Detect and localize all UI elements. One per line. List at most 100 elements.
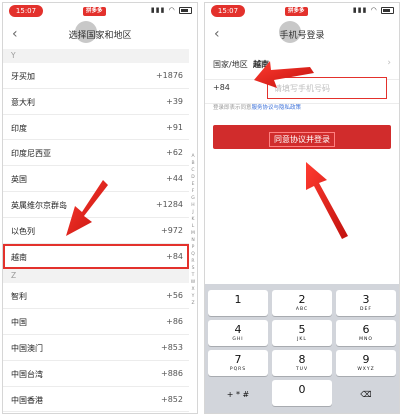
key-digit: 1 bbox=[234, 293, 242, 306]
index-letter[interactable]: Q bbox=[189, 251, 197, 258]
keypad-key[interactable]: 3 DEF bbox=[336, 290, 396, 316]
country-row[interactable]: 牙买加 +1876 bbox=[3, 63, 189, 89]
country-row[interactable]: 中国澳门 +853 bbox=[3, 335, 189, 361]
index-letter[interactable]: D bbox=[189, 174, 197, 181]
country-name: 中国 bbox=[11, 318, 27, 328]
keypad-key[interactable]: 1 bbox=[208, 290, 268, 316]
key-digit: 3 bbox=[362, 293, 370, 306]
keypad-key[interactable]: + * # bbox=[208, 380, 268, 406]
country-picker-screen: 15:07 拼多多 ▮▮▮ ◠ ‹ 选择国家和地区 Y 牙买加 +1876 意大利 +3… bbox=[2, 2, 198, 414]
index-letter[interactable]: A bbox=[189, 153, 197, 160]
index-letter[interactable]: P bbox=[189, 244, 197, 251]
country-row[interactable]: 中国香港 +852 bbox=[3, 387, 189, 413]
keypad-key[interactable]: 5 JKL bbox=[272, 320, 332, 346]
country-code: +39 bbox=[166, 96, 183, 106]
index-letter[interactable]: C bbox=[189, 167, 197, 174]
index-letter[interactable]: L bbox=[189, 223, 197, 230]
index-letter[interactable]: W bbox=[189, 279, 197, 286]
key-letters: WXYZ bbox=[357, 367, 375, 372]
index-letter[interactable]: R bbox=[189, 258, 197, 265]
page-title: 选择国家和地区 bbox=[68, 31, 132, 41]
backspace-key[interactable]: ⌫ bbox=[336, 380, 396, 406]
key-letters: GHI bbox=[232, 337, 244, 342]
index-letter[interactable]: E bbox=[189, 181, 197, 188]
index-letter[interactable]: M bbox=[189, 230, 197, 237]
agreement-text: 登录即表示同意服务协议与隐私政策 bbox=[213, 103, 301, 111]
key-letters: TUV bbox=[295, 367, 309, 372]
key-digit: 5 bbox=[298, 323, 306, 336]
keypad-key[interactable]: 8 TUV bbox=[272, 350, 332, 376]
index-letter[interactable]: G bbox=[189, 195, 197, 202]
battery-icon bbox=[179, 6, 192, 14]
status-time: 15:07 bbox=[211, 5, 245, 17]
country-label: 国家/地区 bbox=[213, 60, 248, 69]
index-letter[interactable]: B bbox=[189, 160, 197, 167]
country-name: 中国香港 bbox=[11, 395, 43, 405]
keypad-key[interactable]: 9 WXYZ bbox=[336, 350, 396, 376]
agree-and-login-button[interactable]: 同意协议并登录 bbox=[213, 125, 391, 149]
status-bar: 15:07 拼多多 ▮▮▮ ◠ bbox=[3, 3, 197, 19]
backspace-icon: ⌫ bbox=[360, 390, 372, 399]
keypad-key[interactable]: 6 MNO bbox=[336, 320, 396, 346]
country-row[interactable]: 以色列 +972 bbox=[3, 218, 189, 244]
status-icons: ▮▮▮ ◠ bbox=[353, 6, 394, 14]
alphabet-index[interactable]: ABCDEFGHJKLMNPQRSTWXYZ bbox=[189, 153, 197, 307]
index-letter[interactable]: S bbox=[189, 265, 197, 272]
numeric-keypad: 1 2 ABC 3 DEF 4 GHI 5 JKL 6 MNO 7 PQRS 8 TUV 9 WXYZ + * #… bbox=[205, 284, 399, 413]
keypad-key[interactable]: 7 PQRS bbox=[208, 350, 268, 376]
index-letter[interactable]: K bbox=[189, 216, 197, 223]
country-value: 越南 bbox=[253, 60, 269, 69]
country-name: 牙买加 bbox=[11, 72, 35, 81]
index-letter[interactable]: J bbox=[189, 209, 197, 216]
index-letter[interactable]: Z bbox=[189, 300, 197, 307]
wifi-icon: ◠ bbox=[370, 6, 378, 14]
country-row[interactable]: 中国台湾 +886 bbox=[3, 361, 189, 387]
country-name: 英国 bbox=[11, 175, 27, 185]
index-letter[interactable]: F bbox=[189, 188, 197, 195]
battery-icon bbox=[381, 6, 394, 14]
status-bar: 15:07 拼多多 ▮▮▮ ◠ bbox=[205, 3, 399, 19]
index-letter[interactable]: N bbox=[189, 237, 197, 244]
country-code: +84 bbox=[166, 251, 183, 261]
country-row[interactable]: 英国 +44 bbox=[3, 166, 189, 192]
keypad-key[interactable]: 2 ABC bbox=[272, 290, 332, 316]
keypad-key[interactable]: 4 GHI bbox=[208, 320, 268, 346]
nav-bar: ‹ 手机号登录 bbox=[205, 21, 399, 49]
status-icons: ▮▮▮ ◠ bbox=[151, 6, 192, 14]
agreement-prefix: 登录即表示同意 bbox=[213, 105, 252, 111]
signal-icon: ▮▮▮ bbox=[150, 6, 166, 14]
index-letter[interactable]: Y bbox=[189, 293, 197, 300]
country-code: +886 bbox=[161, 368, 183, 378]
country-name: 意大利 bbox=[11, 97, 35, 107]
country-row[interactable]: 英属维尔京群岛 +1284 bbox=[3, 192, 189, 218]
index-letter[interactable]: X bbox=[189, 286, 197, 293]
phone-login-screen: 15:07 拼多多 ▮▮▮ ◠ ‹ 手机号登录 国家/地区 越南 › +84 登… bbox=[204, 2, 400, 414]
agreement-link[interactable]: 服务协议与隐私政策 bbox=[252, 105, 302, 111]
app-badge: 拼多多 bbox=[285, 7, 308, 16]
country-code: +1284 bbox=[155, 199, 183, 209]
key-digit: + * # bbox=[226, 390, 250, 399]
country-row[interactable]: 越南 +84 bbox=[3, 243, 189, 270]
nav-bar: ‹ 选择国家和地区 bbox=[3, 21, 197, 49]
key-digit: 6 bbox=[362, 323, 370, 336]
country-name: 越南 bbox=[11, 252, 27, 262]
country-name: 印度尼西亚 bbox=[11, 149, 51, 159]
key-letters: MNO bbox=[359, 337, 373, 342]
phone-number-input[interactable] bbox=[267, 77, 387, 99]
login-button-label: 同意协议并登录 bbox=[269, 132, 335, 147]
country-code: +853 bbox=[161, 342, 183, 352]
index-letter[interactable]: T bbox=[189, 272, 197, 279]
dial-code: +84 bbox=[213, 83, 230, 92]
country-row[interactable]: 中国 +86 bbox=[3, 309, 189, 335]
key-letters: ABC bbox=[295, 307, 309, 312]
index-letter[interactable]: H bbox=[189, 202, 197, 209]
key-digit: 7 bbox=[234, 353, 242, 366]
key-digit: 2 bbox=[298, 293, 306, 306]
key-digit: 8 bbox=[298, 353, 306, 366]
country-row[interactable]: 印度 +91 bbox=[3, 115, 189, 141]
country-row[interactable]: 印度尼西亚 +62 bbox=[3, 140, 189, 167]
keypad-key[interactable]: 0 bbox=[272, 380, 332, 406]
country-row[interactable]: 智利 +56 bbox=[3, 283, 189, 310]
country-code: +62 bbox=[166, 148, 183, 158]
country-row[interactable]: 意大利 +39 bbox=[3, 89, 189, 115]
